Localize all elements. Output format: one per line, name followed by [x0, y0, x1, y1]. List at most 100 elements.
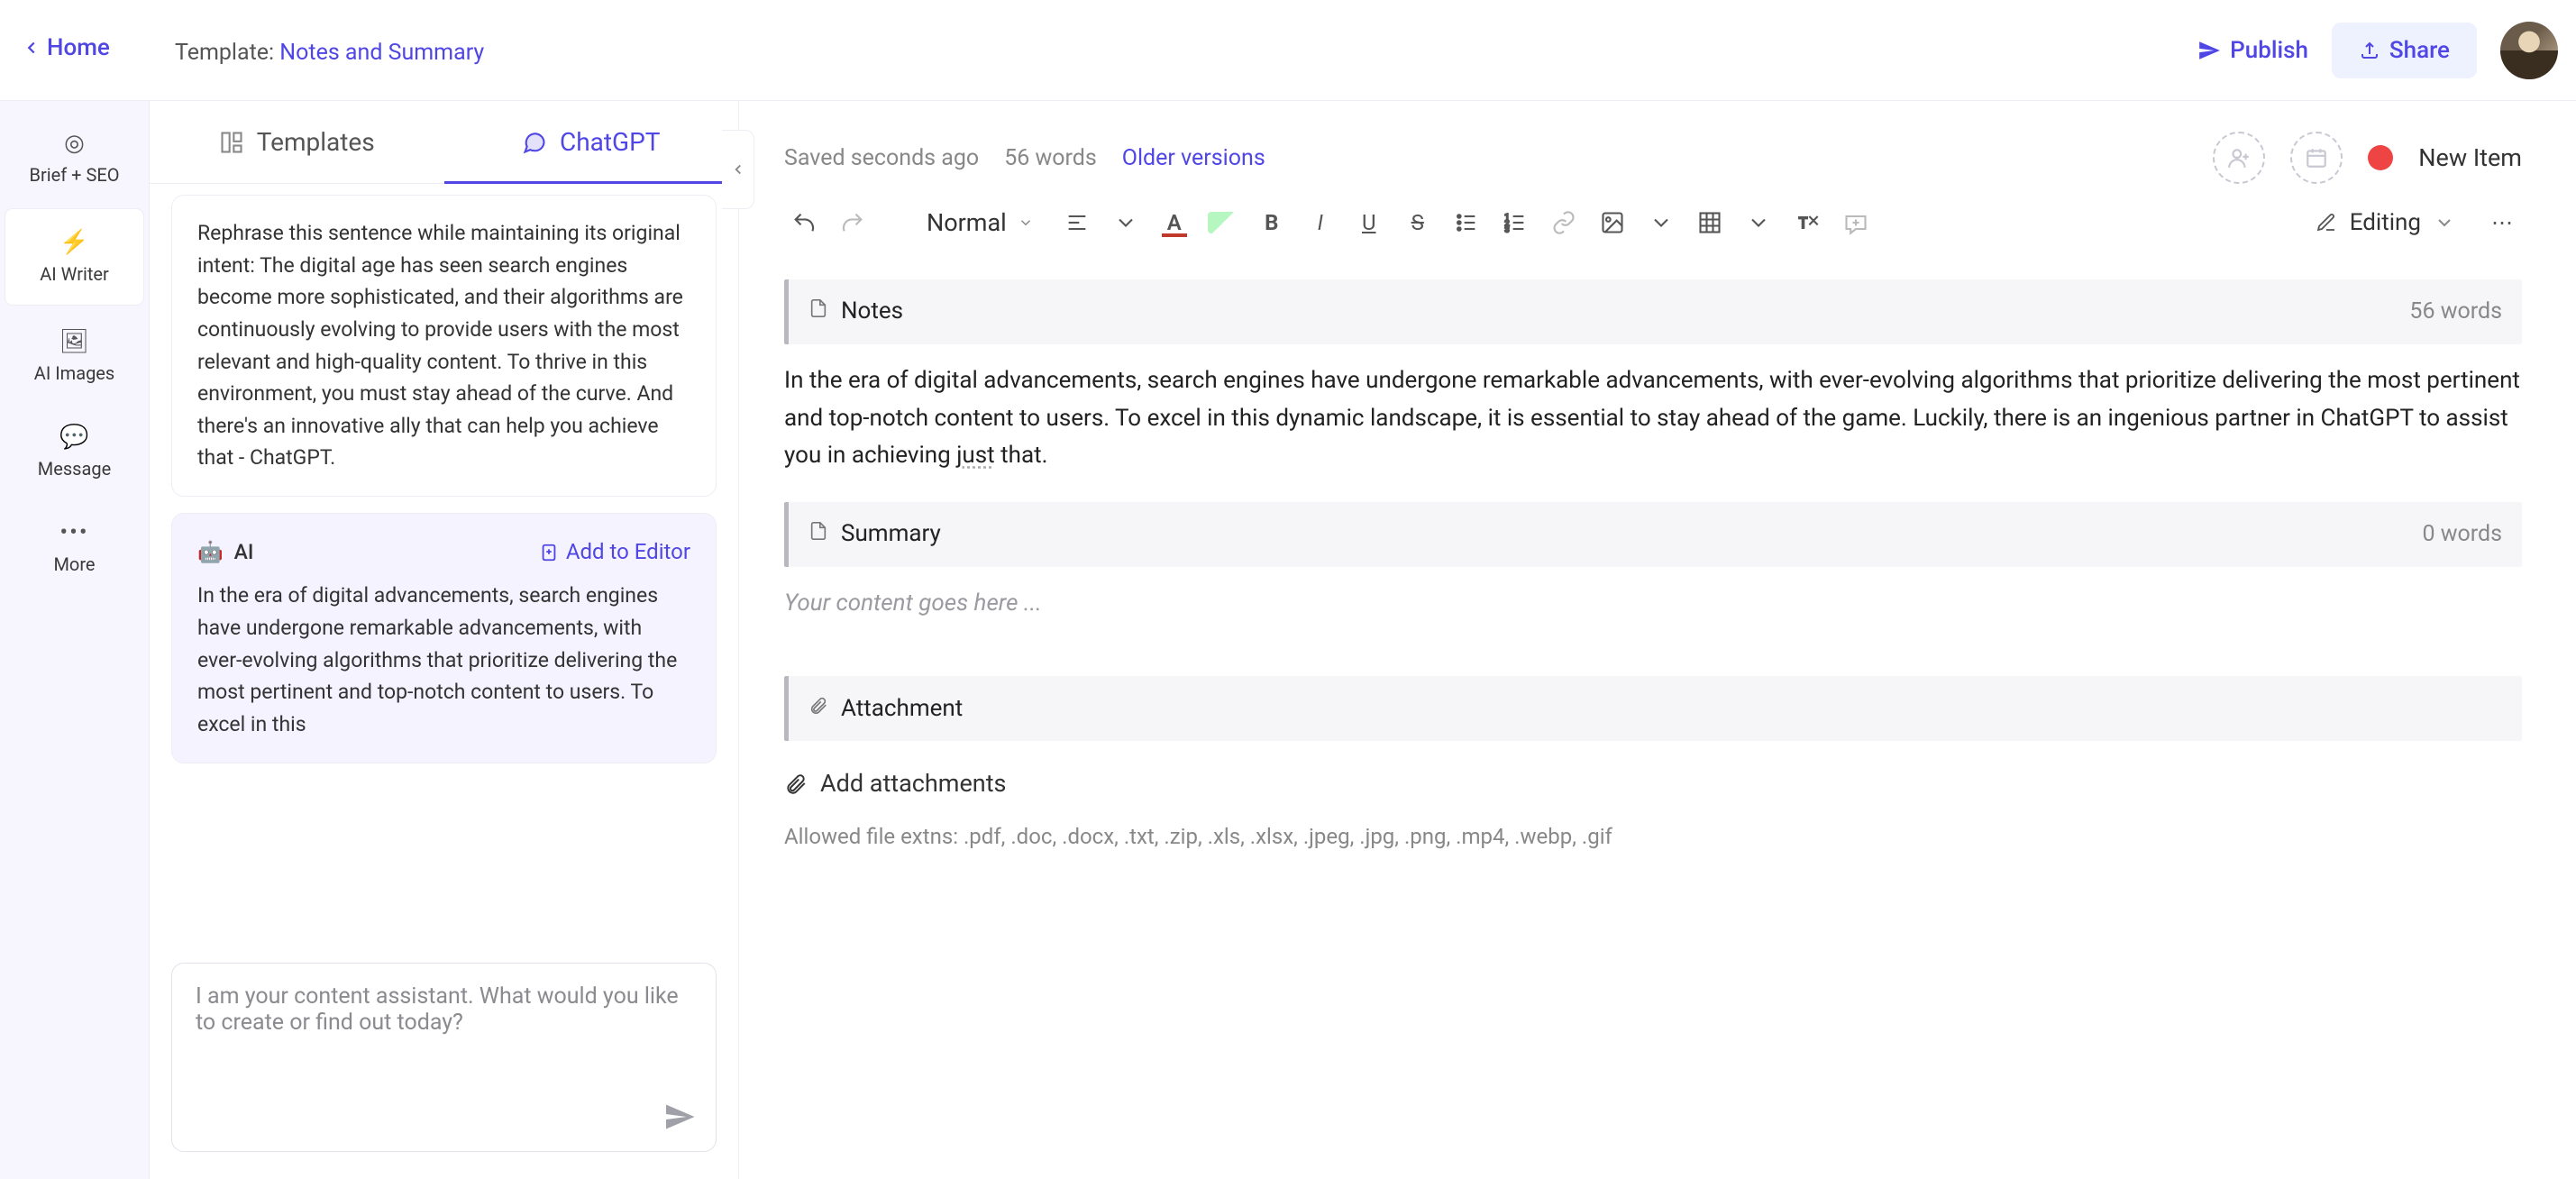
older-versions-link[interactable]: Older versions	[1122, 145, 1265, 171]
strike-button[interactable]: S	[1398, 203, 1438, 242]
lightning-icon: ⚡	[5, 229, 143, 256]
vnav-more-label: More	[53, 553, 95, 575]
highlight-icon	[1208, 212, 1238, 233]
document-icon	[808, 293, 828, 331]
chat-panel: Templates ChatGPT Rephrase this sentence…	[150, 101, 739, 1179]
notes-block-head: Notes 56 words	[784, 279, 2522, 344]
topbar-right: Publish Share	[2197, 22, 2558, 79]
avatar[interactable]	[2500, 22, 2558, 79]
user-message-card: Rephrase this sentence while maintaining…	[171, 195, 717, 497]
ai-message-text: In the era of digital advancements, sear…	[197, 580, 690, 740]
summary-title: Summary	[841, 516, 941, 553]
add-collaborator-slot[interactable]	[2213, 132, 2265, 184]
more-toolbar-button[interactable]: ⋯	[2482, 203, 2522, 242]
notes-word-count: 56 words	[2409, 294, 2502, 330]
add-to-editor-label: Add to Editor	[566, 535, 690, 569]
vnav-writer-label: AI Writer	[40, 263, 109, 285]
vertical-nav: ◎ Brief + SEO ⚡ AI Writer 🖼 AI Images 💬 …	[0, 101, 150, 1179]
numbered-list-button[interactable]: 123	[1495, 203, 1535, 242]
comment-button[interactable]	[1836, 203, 1876, 242]
vnav-brief-label: Brief + SEO	[30, 164, 120, 186]
ai-card-head: 🤖 AI Add to Editor	[197, 535, 690, 569]
editing-mode-label: Editing	[2350, 209, 2421, 236]
add-attachments-label: Add attachments	[820, 764, 1006, 803]
user-message-text: Rephrase this sentence while maintaining…	[197, 217, 690, 474]
ai-message-card: 🤖 AI Add to Editor In the era of digital…	[171, 513, 717, 763]
vnav-more[interactable]: ••• More	[0, 499, 149, 595]
main: ◎ Brief + SEO ⚡ AI Writer 🖼 AI Images 💬 …	[0, 101, 2576, 1179]
image-button[interactable]	[1593, 203, 1632, 242]
vnav-message-label: Message	[38, 458, 111, 480]
share-button[interactable]: Share	[2332, 23, 2477, 78]
image-icon: 🖼	[0, 328, 149, 355]
topbar: Home Template: Notes and Summary Publish…	[0, 0, 2576, 101]
chat-thread: Rephrase this sentence while maintaining…	[150, 184, 738, 946]
vnav-ai-images[interactable]: 🖼 AI Images	[0, 308, 149, 404]
summary-block-head: Summary 0 words	[784, 502, 2522, 567]
editor-toolbar: Normal A B I U S 123 T Editing	[739, 184, 2567, 265]
editor-column: Saved seconds ago 56 words Older version…	[739, 101, 2576, 1179]
document-icon	[808, 516, 828, 553]
table-button[interactable]	[1690, 203, 1730, 242]
vnav-brief-seo[interactable]: ◎ Brief + SEO	[0, 110, 149, 206]
tab-templates[interactable]: Templates	[150, 101, 444, 183]
bullet-list-button[interactable]	[1447, 203, 1486, 242]
target-icon: ◎	[0, 130, 149, 157]
svg-text:3: 3	[1504, 225, 1509, 235]
template-name-link[interactable]: Notes and Summary	[279, 40, 484, 66]
tab-templates-label: Templates	[257, 127, 375, 157]
status-dot-icon	[2368, 145, 2393, 170]
share-label: Share	[2389, 37, 2450, 64]
ai-label: AI	[234, 536, 254, 569]
notes-text-2: that.	[995, 442, 1048, 469]
editing-mode-select[interactable]: Editing	[2297, 200, 2473, 245]
schedule-slot[interactable]	[2290, 132, 2343, 184]
save-status: Saved seconds ago	[784, 145, 979, 171]
clear-format-button[interactable]: T	[1787, 203, 1827, 242]
tab-chatgpt[interactable]: ChatGPT	[444, 101, 739, 183]
vnav-ai-writer[interactable]: ⚡ AI Writer	[5, 209, 143, 305]
status-label[interactable]: New Item	[2418, 143, 2522, 172]
link-button[interactable]	[1544, 203, 1584, 242]
image-dropdown-icon[interactable]	[1641, 203, 1681, 242]
publish-label: Publish	[2230, 37, 2308, 64]
template-breadcrumb: Template: Notes and Summary	[175, 40, 484, 66]
word-count: 56 words	[1004, 145, 1097, 171]
add-to-editor-button[interactable]: Add to Editor	[539, 535, 690, 569]
send-button[interactable]	[663, 1101, 696, 1133]
chat-input-wrap	[171, 963, 717, 1152]
collapse-panel-button[interactable]	[722, 130, 754, 209]
chat-panel-tabs: Templates ChatGPT	[150, 101, 738, 184]
highlight-button[interactable]	[1203, 203, 1243, 242]
table-dropdown-icon[interactable]	[1739, 203, 1778, 242]
align-button[interactable]	[1057, 203, 1097, 242]
editor-body[interactable]: Notes 56 words In the era of digital adv…	[739, 265, 2567, 890]
home-link-label: Home	[47, 34, 110, 61]
underline-button[interactable]: U	[1349, 203, 1389, 242]
paragraph-format-select[interactable]: Normal	[912, 201, 1048, 244]
text-color-button[interactable]: A	[1155, 203, 1194, 242]
chat-input[interactable]	[196, 983, 692, 1092]
attachment-block-head: Attachment	[784, 676, 2522, 741]
robot-icon: 🤖	[197, 536, 224, 569]
vnav-images-label: AI Images	[34, 362, 114, 384]
add-attachments-button[interactable]: Add attachments	[784, 764, 1006, 803]
publish-button[interactable]: Publish	[2197, 37, 2308, 64]
svg-text:T: T	[1798, 215, 1807, 232]
bold-button[interactable]: B	[1252, 203, 1292, 242]
notes-text-just: just	[956, 442, 994, 469]
notes-paragraph[interactable]: In the era of digital advancements, sear…	[784, 362, 2522, 475]
topbar-left: Home Template: Notes and Summary	[22, 34, 484, 66]
vnav-message[interactable]: 💬 Message	[0, 404, 149, 499]
undo-button[interactable]	[784, 203, 824, 242]
align-dropdown-icon[interactable]	[1106, 203, 1146, 242]
kebab-icon: •••	[0, 519, 149, 546]
summary-word-count: 0 words	[2422, 516, 2502, 553]
attachment-hint: Allowed file extns: .pdf, .doc, .docx, .…	[784, 819, 2522, 854]
redo-button[interactable]	[833, 203, 872, 242]
attachment-title: Attachment	[841, 690, 963, 728]
italic-button[interactable]: I	[1301, 203, 1340, 242]
summary-placeholder[interactable]: Your content goes here ...	[784, 585, 2522, 623]
notes-title: Notes	[841, 293, 903, 331]
chat-icon: 💬	[0, 424, 149, 451]
